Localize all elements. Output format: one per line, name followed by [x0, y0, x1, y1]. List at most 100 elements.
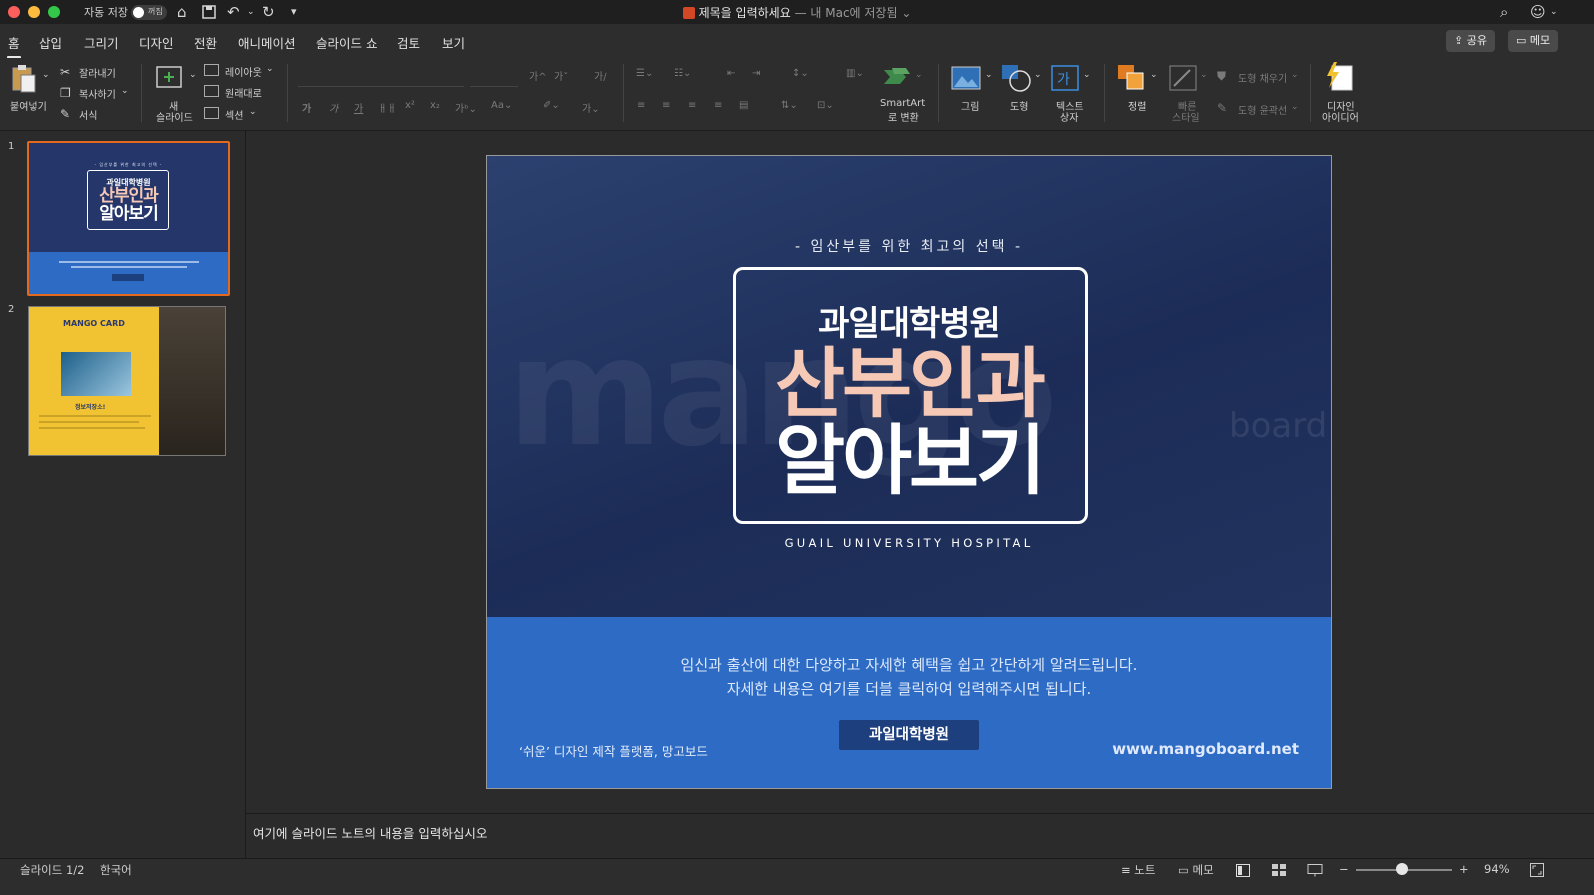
- zoom-slider-knob[interactable]: [1396, 863, 1408, 875]
- align-left-icon[interactable]: ≡: [637, 100, 645, 111]
- change-case-icon[interactable]: Aa⌄: [491, 100, 512, 111]
- increase-font-icon[interactable]: 가^: [529, 68, 547, 83]
- increase-indent-icon[interactable]: ⇥: [752, 68, 760, 79]
- zoom-out-button[interactable]: −: [1339, 862, 1349, 876]
- new-slide-icon[interactable]: [155, 64, 185, 93]
- notes-label: 노트: [1134, 863, 1156, 877]
- normal-view-button[interactable]: [1236, 862, 1250, 880]
- copy-button[interactable]: 복사하기: [79, 86, 116, 101]
- reset-button[interactable]: 원래대로: [225, 85, 262, 100]
- align-center-icon[interactable]: ≡: [662, 100, 670, 111]
- search-icon[interactable]: ⌕: [1500, 3, 1508, 21]
- fit-to-window-icon[interactable]: [1530, 862, 1544, 880]
- thumb-bottom-band: [29, 252, 228, 294]
- shape-outline-icon[interactable]: ✎: [1217, 101, 1227, 115]
- line-spacing-icon[interactable]: ↕⌄: [792, 68, 809, 79]
- slide-thumbnail-2[interactable]: MANGO CARD 정보저장소!: [28, 306, 226, 456]
- shape-fill-icon[interactable]: ⛊: [1217, 69, 1226, 84]
- decrease-indent-icon[interactable]: ⇤: [727, 68, 735, 79]
- tab-slideshow[interactable]: 슬라이드 쇼: [316, 33, 377, 52]
- format-painter-button[interactable]: 서식: [79, 107, 97, 122]
- quick-styles-icon[interactable]: [1168, 64, 1198, 95]
- notes-pane[interactable]: 여기에 슬라이드 노트의 내용을 입력하십시오: [246, 813, 1594, 859]
- new-slide-dropdown-icon[interactable]: ⌄: [189, 70, 197, 80]
- feedback-dropdown-icon[interactable]: ⌄: [1550, 3, 1558, 21]
- section-icon[interactable]: [204, 107, 219, 119]
- tab-transitions[interactable]: 전환: [194, 33, 217, 52]
- columns-icon[interactable]: ▥⌄: [846, 68, 864, 79]
- section-button[interactable]: 섹션: [225, 107, 243, 122]
- layout-button[interactable]: 레이아웃: [225, 64, 262, 79]
- clear-format-icon[interactable]: 가∕: [594, 68, 607, 83]
- tab-review[interactable]: 검토: [397, 33, 420, 52]
- textbox-dropdown-icon[interactable]: ⌄: [1083, 70, 1091, 80]
- quick-styles-dropdown-icon[interactable]: ⌄: [1200, 70, 1208, 80]
- textbox-icon[interactable]: 가: [1050, 64, 1080, 95]
- font-size-select[interactable]: [470, 68, 518, 87]
- arrange-dropdown-icon[interactable]: ⌄: [1150, 70, 1158, 80]
- picture-icon[interactable]: [951, 66, 981, 93]
- arrange-icon[interactable]: [1117, 64, 1147, 95]
- smartart-dropdown-icon[interactable]: ⌄: [915, 70, 923, 80]
- tab-insert[interactable]: 삽입: [39, 33, 62, 52]
- reading-view-button[interactable]: [1307, 862, 1323, 880]
- smiley-feedback-icon[interactable]: ☺: [1530, 3, 1546, 21]
- superscript-button[interactable]: x²: [405, 100, 415, 111]
- numbering-icon[interactable]: ☷⌄: [674, 68, 691, 79]
- font-color-icon[interactable]: 가⌄: [582, 100, 600, 115]
- zoom-in-button[interactable]: +: [1459, 862, 1469, 876]
- shape-dropdown-icon[interactable]: ⌄: [1034, 70, 1042, 80]
- text-direction-icon[interactable]: ⇅⌄: [781, 100, 798, 111]
- chevron-down-icon[interactable]: ⌄: [901, 6, 911, 20]
- language-indicator[interactable]: 한국어: [100, 862, 132, 878]
- comments-toggle[interactable]: ▭ 메모: [1178, 862, 1214, 878]
- justify-icon[interactable]: ≡: [714, 100, 722, 111]
- format-painter-icon[interactable]: ✎: [60, 107, 70, 121]
- slide-description[interactable]: 임신과 출산에 대한 다양하고 자세한 혜택을 쉽고 간단하게 알려드립니다. …: [487, 653, 1331, 701]
- decrease-font-icon[interactable]: 가ˇ: [554, 68, 568, 83]
- tab-home[interactable]: 홈: [7, 33, 21, 59]
- shape-fill-button[interactable]: 도형 채우기: [1238, 70, 1287, 85]
- cut-button[interactable]: 잘라내기: [79, 65, 116, 80]
- distributed-icon[interactable]: ▤: [739, 100, 748, 111]
- italic-button[interactable]: 가: [329, 100, 338, 115]
- subscript-button[interactable]: x₂: [430, 100, 440, 111]
- text-effects-icon[interactable]: 가ᵇ⌄: [455, 100, 477, 115]
- tab-animations[interactable]: 애니메이션: [238, 33, 296, 52]
- layout-dropdown-icon[interactable]: ⌄: [266, 64, 274, 74]
- comments-button[interactable]: ▭ 메모: [1508, 30, 1559, 52]
- smartart-icon[interactable]: [882, 66, 912, 91]
- shape-icon[interactable]: [1001, 64, 1031, 95]
- paste-icon[interactable]: [10, 64, 38, 97]
- bullets-icon[interactable]: ☰⌄: [636, 68, 653, 79]
- paste-dropdown-icon[interactable]: ⌄: [42, 70, 50, 80]
- copy-icon[interactable]: ❐: [60, 86, 71, 100]
- underline-button[interactable]: 가: [354, 100, 363, 115]
- tab-draw[interactable]: 그리기: [84, 33, 119, 52]
- tab-view[interactable]: 보기: [442, 33, 465, 52]
- picture-dropdown-icon[interactable]: ⌄: [985, 70, 993, 80]
- shape-outline-dropdown-icon[interactable]: ⌄: [1291, 102, 1299, 112]
- section-dropdown-icon[interactable]: ⌄: [249, 107, 257, 117]
- font-name-select[interactable]: [298, 68, 464, 87]
- slide-sorter-button[interactable]: [1272, 862, 1286, 879]
- strikethrough-button[interactable]: ㅐㅐ: [378, 100, 396, 115]
- align-text-icon[interactable]: ⊡⌄: [817, 100, 834, 111]
- zoom-level[interactable]: 94%: [1484, 862, 1510, 876]
- scissors-icon[interactable]: ✂: [60, 65, 70, 79]
- reset-icon[interactable]: [204, 85, 219, 97]
- slide-hospital-button[interactable]: 과일대학병원: [839, 720, 979, 750]
- layout-icon[interactable]: [204, 64, 219, 76]
- notes-toggle[interactable]: ≡ 노트: [1121, 862, 1155, 878]
- current-slide[interactable]: mango board - 임산부를 위한 최고의 선택 - 과일대학병원 산부…: [486, 155, 1332, 789]
- bold-button[interactable]: 가: [302, 100, 311, 115]
- slide-thumbnail-1[interactable]: - 임산부를 위한 최고의 선택 - 과일대학병원 산부인과 알아보기: [27, 141, 230, 296]
- shape-outline-button[interactable]: 도형 윤곽선: [1238, 102, 1287, 117]
- design-ideas-icon[interactable]: [1324, 62, 1354, 95]
- align-right-icon[interactable]: ≡: [688, 100, 696, 111]
- highlight-icon[interactable]: ✐⌄: [543, 100, 560, 111]
- tab-design[interactable]: 디자인: [139, 33, 174, 52]
- share-button[interactable]: ⇪ 공유: [1446, 30, 1495, 52]
- copy-dropdown-icon[interactable]: ⌄: [121, 86, 129, 96]
- shape-fill-dropdown-icon[interactable]: ⌄: [1291, 70, 1299, 80]
